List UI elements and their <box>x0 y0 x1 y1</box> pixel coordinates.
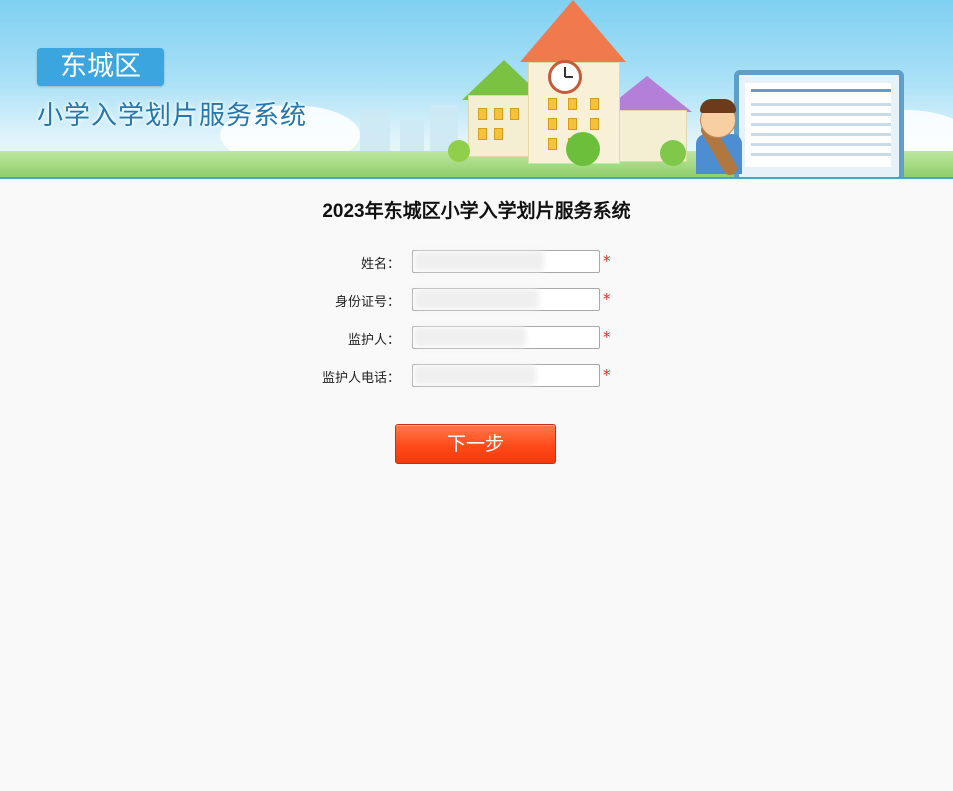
required-mark: * <box>603 366 611 384</box>
screen-line <box>751 123 891 126</box>
screen-line <box>751 103 891 106</box>
screen-line <box>751 113 891 116</box>
redacted-value <box>414 251 544 271</box>
name-label: 姓名： <box>360 257 400 272</box>
system-logo-title: 小学入学划片服务系统 <box>37 101 308 131</box>
computer-monitor-illustration <box>734 70 904 177</box>
window-decoration <box>590 118 599 130</box>
child-illustration-hair <box>700 99 736 113</box>
screen-line <box>751 133 891 136</box>
monitor-screen <box>745 83 891 167</box>
screen-header-bar <box>751 89 891 92</box>
school-roof-illustration <box>520 0 626 62</box>
screen-line <box>751 153 891 156</box>
next-step-button[interactable]: 下一步 <box>395 424 556 464</box>
required-mark: * <box>603 252 611 270</box>
required-mark: * <box>603 328 611 346</box>
window-decoration <box>548 98 557 110</box>
window-decoration <box>548 138 557 150</box>
page-title: 2023年东城区小学入学划片服务系统 <box>322 201 631 222</box>
guardian-phone-label: 监护人电话： <box>321 371 400 386</box>
required-mark: * <box>603 290 611 308</box>
guardian-label: 监护人： <box>347 333 400 348</box>
window-decoration <box>548 118 557 130</box>
window-decoration <box>568 98 577 110</box>
tree-decoration <box>660 140 686 166</box>
district-logo: 东城区 <box>37 48 164 86</box>
form-row-guardian: 监护人： * <box>0 326 953 350</box>
form-row-name: 姓名： * <box>0 250 953 274</box>
window-decoration <box>590 98 599 110</box>
form-row-guardian-phone: 监护人电话： * <box>0 364 953 388</box>
header-banner: 东城区 小学入学划片服务系统 <box>0 0 953 179</box>
window-decoration <box>568 118 577 130</box>
window-decoration <box>478 108 487 120</box>
redacted-value <box>414 289 539 309</box>
window-decoration <box>494 128 503 140</box>
window-decoration <box>510 108 519 120</box>
clock-icon <box>548 60 582 94</box>
window-decoration <box>478 128 487 140</box>
redacted-value <box>414 365 536 385</box>
id-number-label: 身份证号： <box>334 295 400 310</box>
tree-decoration <box>566 132 600 166</box>
tree-decoration <box>448 140 470 162</box>
redacted-value <box>414 327 526 347</box>
screen-line <box>751 143 891 146</box>
form-row-id-number: 身份证号： * <box>0 288 953 312</box>
window-decoration <box>494 108 503 120</box>
